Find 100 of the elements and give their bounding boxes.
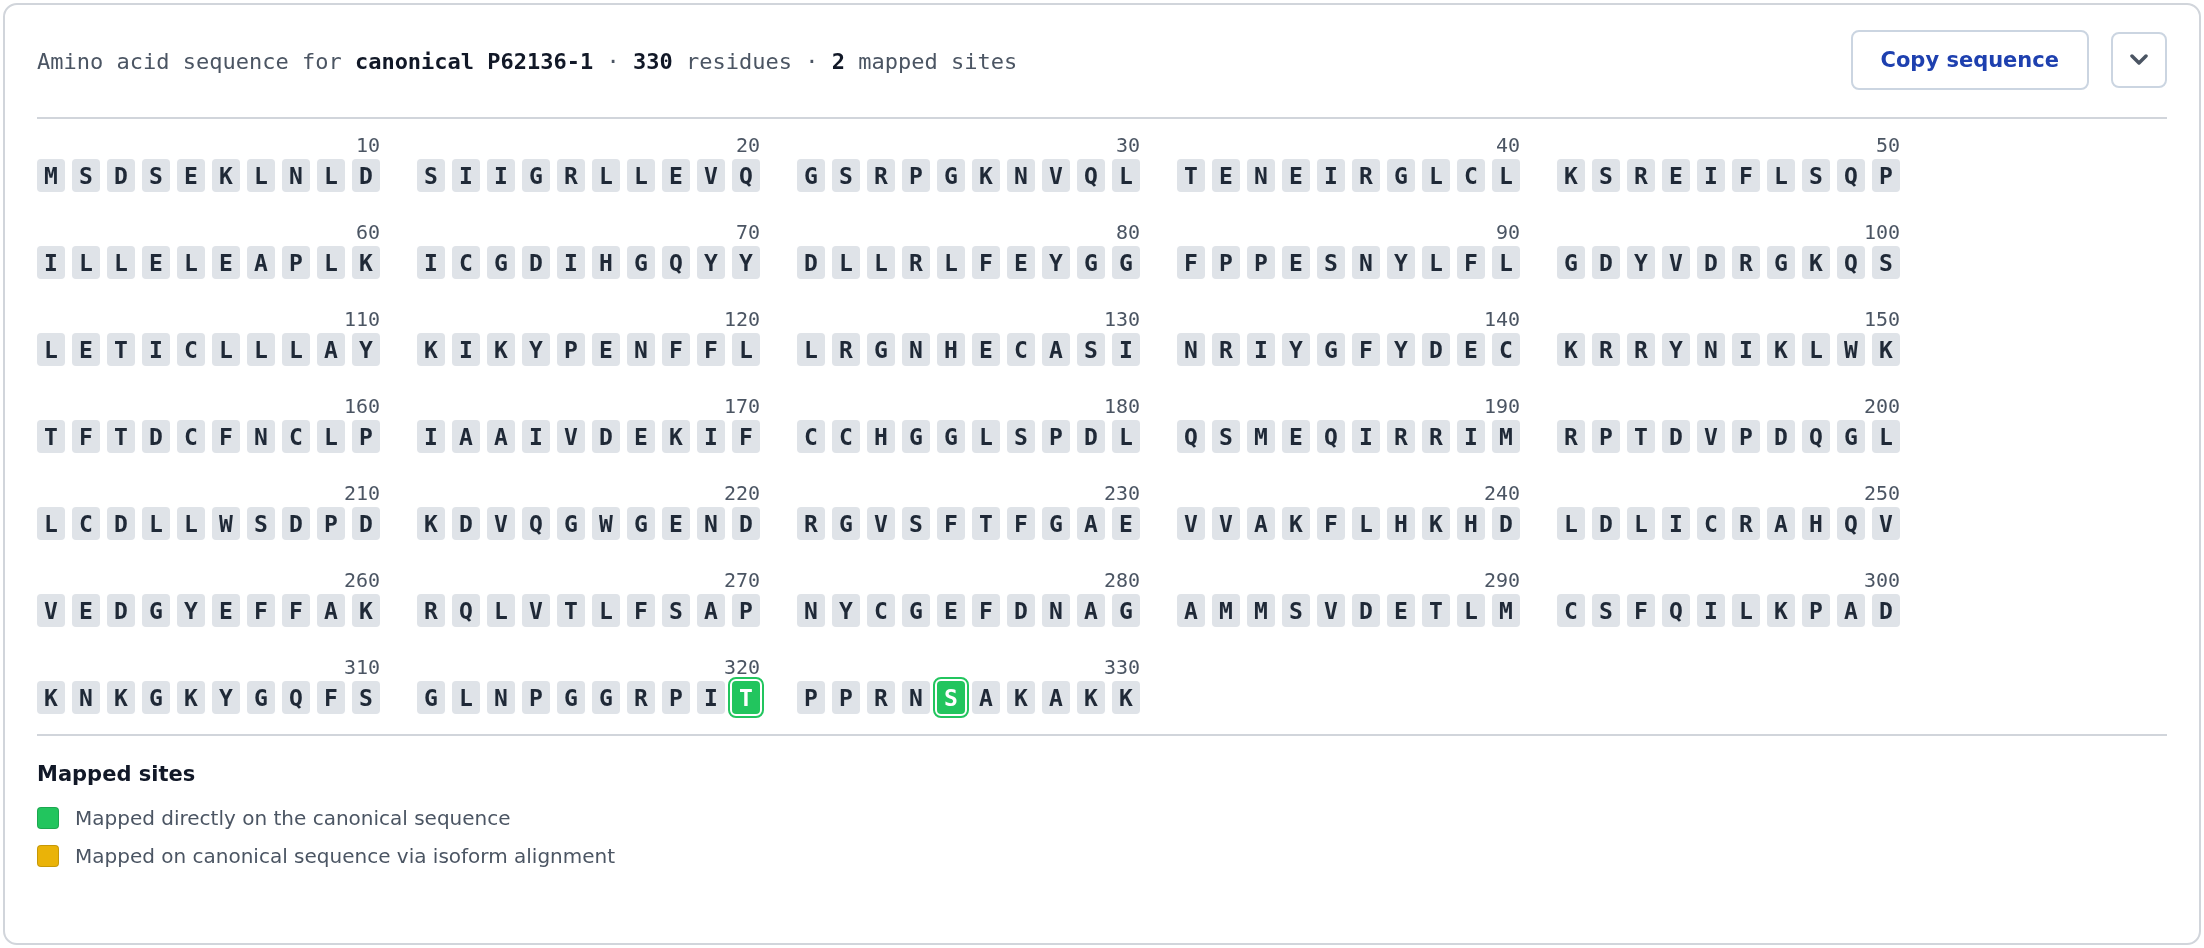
residue: S: [1317, 246, 1345, 279]
residue: C: [1457, 159, 1485, 192]
residue: R: [1732, 246, 1760, 279]
position-number: 20: [735, 132, 760, 159]
residue: D: [1352, 594, 1380, 627]
residue: L: [867, 246, 895, 279]
residue: N: [902, 333, 930, 366]
residue: K: [417, 333, 445, 366]
residue: D: [452, 507, 480, 540]
position-number: 170: [723, 393, 760, 420]
residue: M: [1492, 594, 1520, 627]
residue: H: [867, 420, 895, 453]
residue: R: [557, 159, 585, 192]
position-number: 140: [1483, 306, 1520, 333]
position-number: 300: [1863, 567, 1900, 594]
residue: N: [247, 420, 275, 453]
residue: N: [1697, 333, 1725, 366]
residue: Y: [832, 594, 860, 627]
residue: K: [1767, 333, 1795, 366]
residue: K: [352, 246, 380, 279]
residue: Y: [1627, 246, 1655, 279]
residue: P: [902, 159, 930, 192]
residue: V: [1177, 507, 1205, 540]
residue: N: [282, 159, 310, 192]
residue: E: [592, 333, 620, 366]
position-number: 80: [1115, 219, 1140, 246]
position-number: 210: [343, 480, 380, 507]
residue: T: [972, 507, 1000, 540]
residue: A: [1837, 594, 1865, 627]
residue: P: [557, 333, 585, 366]
residue: E: [1282, 159, 1310, 192]
residue: F: [1352, 333, 1380, 366]
residue: L: [972, 420, 1000, 453]
residue: G: [557, 507, 585, 540]
residue: F: [247, 594, 275, 627]
residue: E: [142, 246, 170, 279]
residue: S: [1212, 420, 1240, 453]
residue: K: [972, 159, 1000, 192]
residue: Q: [1317, 420, 1345, 453]
residue: K: [1007, 681, 1035, 714]
residue: E: [212, 246, 240, 279]
residue: A: [972, 681, 1000, 714]
residue: I: [487, 159, 515, 192]
position-number: 240: [1483, 480, 1520, 507]
sequence-title: Amino acid sequence for canonical P62136-1 · 330 residues · 2 mapped sites: [37, 48, 1018, 74]
more-options-button[interactable]: [2111, 32, 2167, 88]
residue: L: [732, 333, 760, 366]
residue: S: [142, 159, 170, 192]
residue: R: [867, 159, 895, 192]
residue: I: [697, 420, 725, 453]
residue: P: [1042, 420, 1070, 453]
residue: P: [732, 594, 760, 627]
position-number: 40: [1495, 132, 1520, 159]
residue: Y: [1042, 246, 1070, 279]
position-number: 200: [1863, 393, 1900, 420]
residue: E: [1282, 420, 1310, 453]
residue: M: [1247, 594, 1275, 627]
position-number: 310: [343, 654, 380, 681]
residue: L: [1732, 594, 1760, 627]
copy-sequence-button[interactable]: Copy sequence: [1850, 30, 2089, 90]
residue: S: [662, 594, 690, 627]
residue: F: [1457, 246, 1485, 279]
residue: V: [37, 594, 65, 627]
residue: D: [107, 594, 135, 627]
residue: F: [212, 420, 240, 453]
residue: K: [417, 507, 445, 540]
residue: K: [1112, 681, 1140, 714]
residue: I: [1732, 333, 1760, 366]
residue: K: [1557, 159, 1585, 192]
residue: L: [72, 246, 100, 279]
residue: F: [1627, 594, 1655, 627]
residue: A: [1177, 594, 1205, 627]
residue: L: [1767, 159, 1795, 192]
residue: I: [417, 246, 445, 279]
residue: Q: [732, 159, 760, 192]
residue: G: [1837, 420, 1865, 453]
residue: V: [1872, 507, 1900, 540]
residue: Y: [697, 246, 725, 279]
residue: G: [867, 333, 895, 366]
residue: S: [1592, 159, 1620, 192]
residue: M: [1212, 594, 1240, 627]
residue: G: [937, 420, 965, 453]
residue: L: [937, 246, 965, 279]
residue: N: [902, 681, 930, 714]
residue: Y: [732, 246, 760, 279]
residue: D: [352, 507, 380, 540]
residue: E: [72, 594, 100, 627]
residue: E: [72, 333, 100, 366]
residue: L: [1112, 159, 1140, 192]
residue: E: [1212, 159, 1240, 192]
residue: I: [1457, 420, 1485, 453]
residue: T: [1627, 420, 1655, 453]
residue: N: [1177, 333, 1205, 366]
residue: K: [1557, 333, 1585, 366]
residue: G: [937, 159, 965, 192]
residue: Q: [1837, 159, 1865, 192]
residue: I: [697, 681, 725, 714]
position-number: 100: [1863, 219, 1900, 246]
residue: V: [1212, 507, 1240, 540]
residue: S: [417, 159, 445, 192]
